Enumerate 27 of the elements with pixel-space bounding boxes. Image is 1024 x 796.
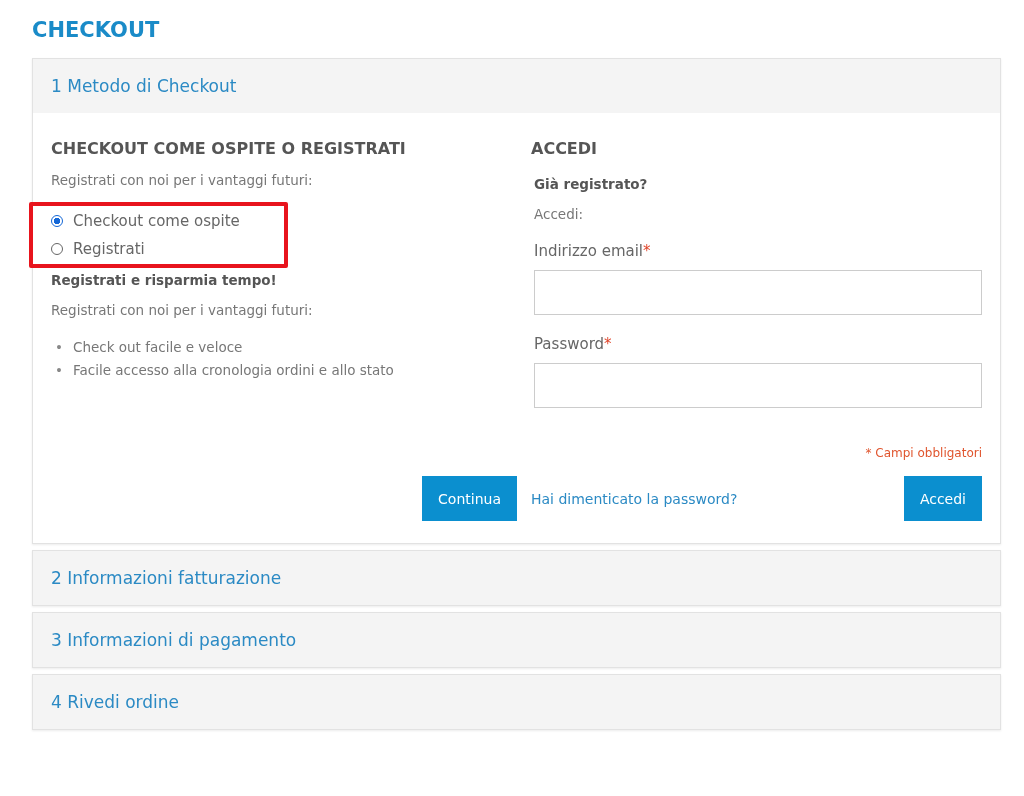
input-field[interactable] <box>534 270 982 315</box>
subheading: Già registrato? <box>534 176 649 192</box>
section-header[interactable]: 2 Informazioni fatturazione <box>33 551 1000 605</box>
forgot-password-link[interactable]: Hai dimenticato la password? <box>531 490 738 507</box>
radio-option[interactable]: Registrati <box>51 240 240 258</box>
section-header[interactable]: 1 Metodo di Checkout <box>33 59 1000 113</box>
login-button[interactable]: Accedi <box>903 476 982 521</box>
section-header[interactable]: 4 Rivedi ordine <box>33 675 1000 729</box>
section-header[interactable]: 3 Informazioni di pagamento <box>33 613 1000 667</box>
field-label: Indirizzo email* <box>534 242 652 260</box>
input-field[interactable] <box>534 363 982 408</box>
radio-button[interactable] <box>51 215 63 227</box>
section-heading: CHECKOUT COME OSPITE O REGISTRATI <box>51 139 407 158</box>
body-text: Accedi: <box>534 206 585 222</box>
bullet-marker: • <box>55 338 63 357</box>
intro-text: Registrati con noi per i vantaggi futuri: <box>51 172 314 188</box>
subheading: Registrati e risparmia tempo! <box>51 272 278 288</box>
page-title: CHECKOUT <box>32 18 161 42</box>
bullet-marker: • <box>55 361 63 380</box>
field-label: Password* <box>534 335 613 353</box>
body-text: Registrati con noi per i vantaggi futuri: <box>51 302 314 318</box>
option-label: Registrati <box>73 240 145 258</box>
required-note: * Campi obbligatori <box>864 446 982 460</box>
benefit-item: Check out facile e veloce <box>72 338 243 357</box>
continue-button[interactable]: Continua <box>422 476 517 521</box>
benefit-item: Facile accesso alla cronologia ordini e allo stato <box>72 361 394 380</box>
section-heading: ACCEDI <box>531 139 599 158</box>
